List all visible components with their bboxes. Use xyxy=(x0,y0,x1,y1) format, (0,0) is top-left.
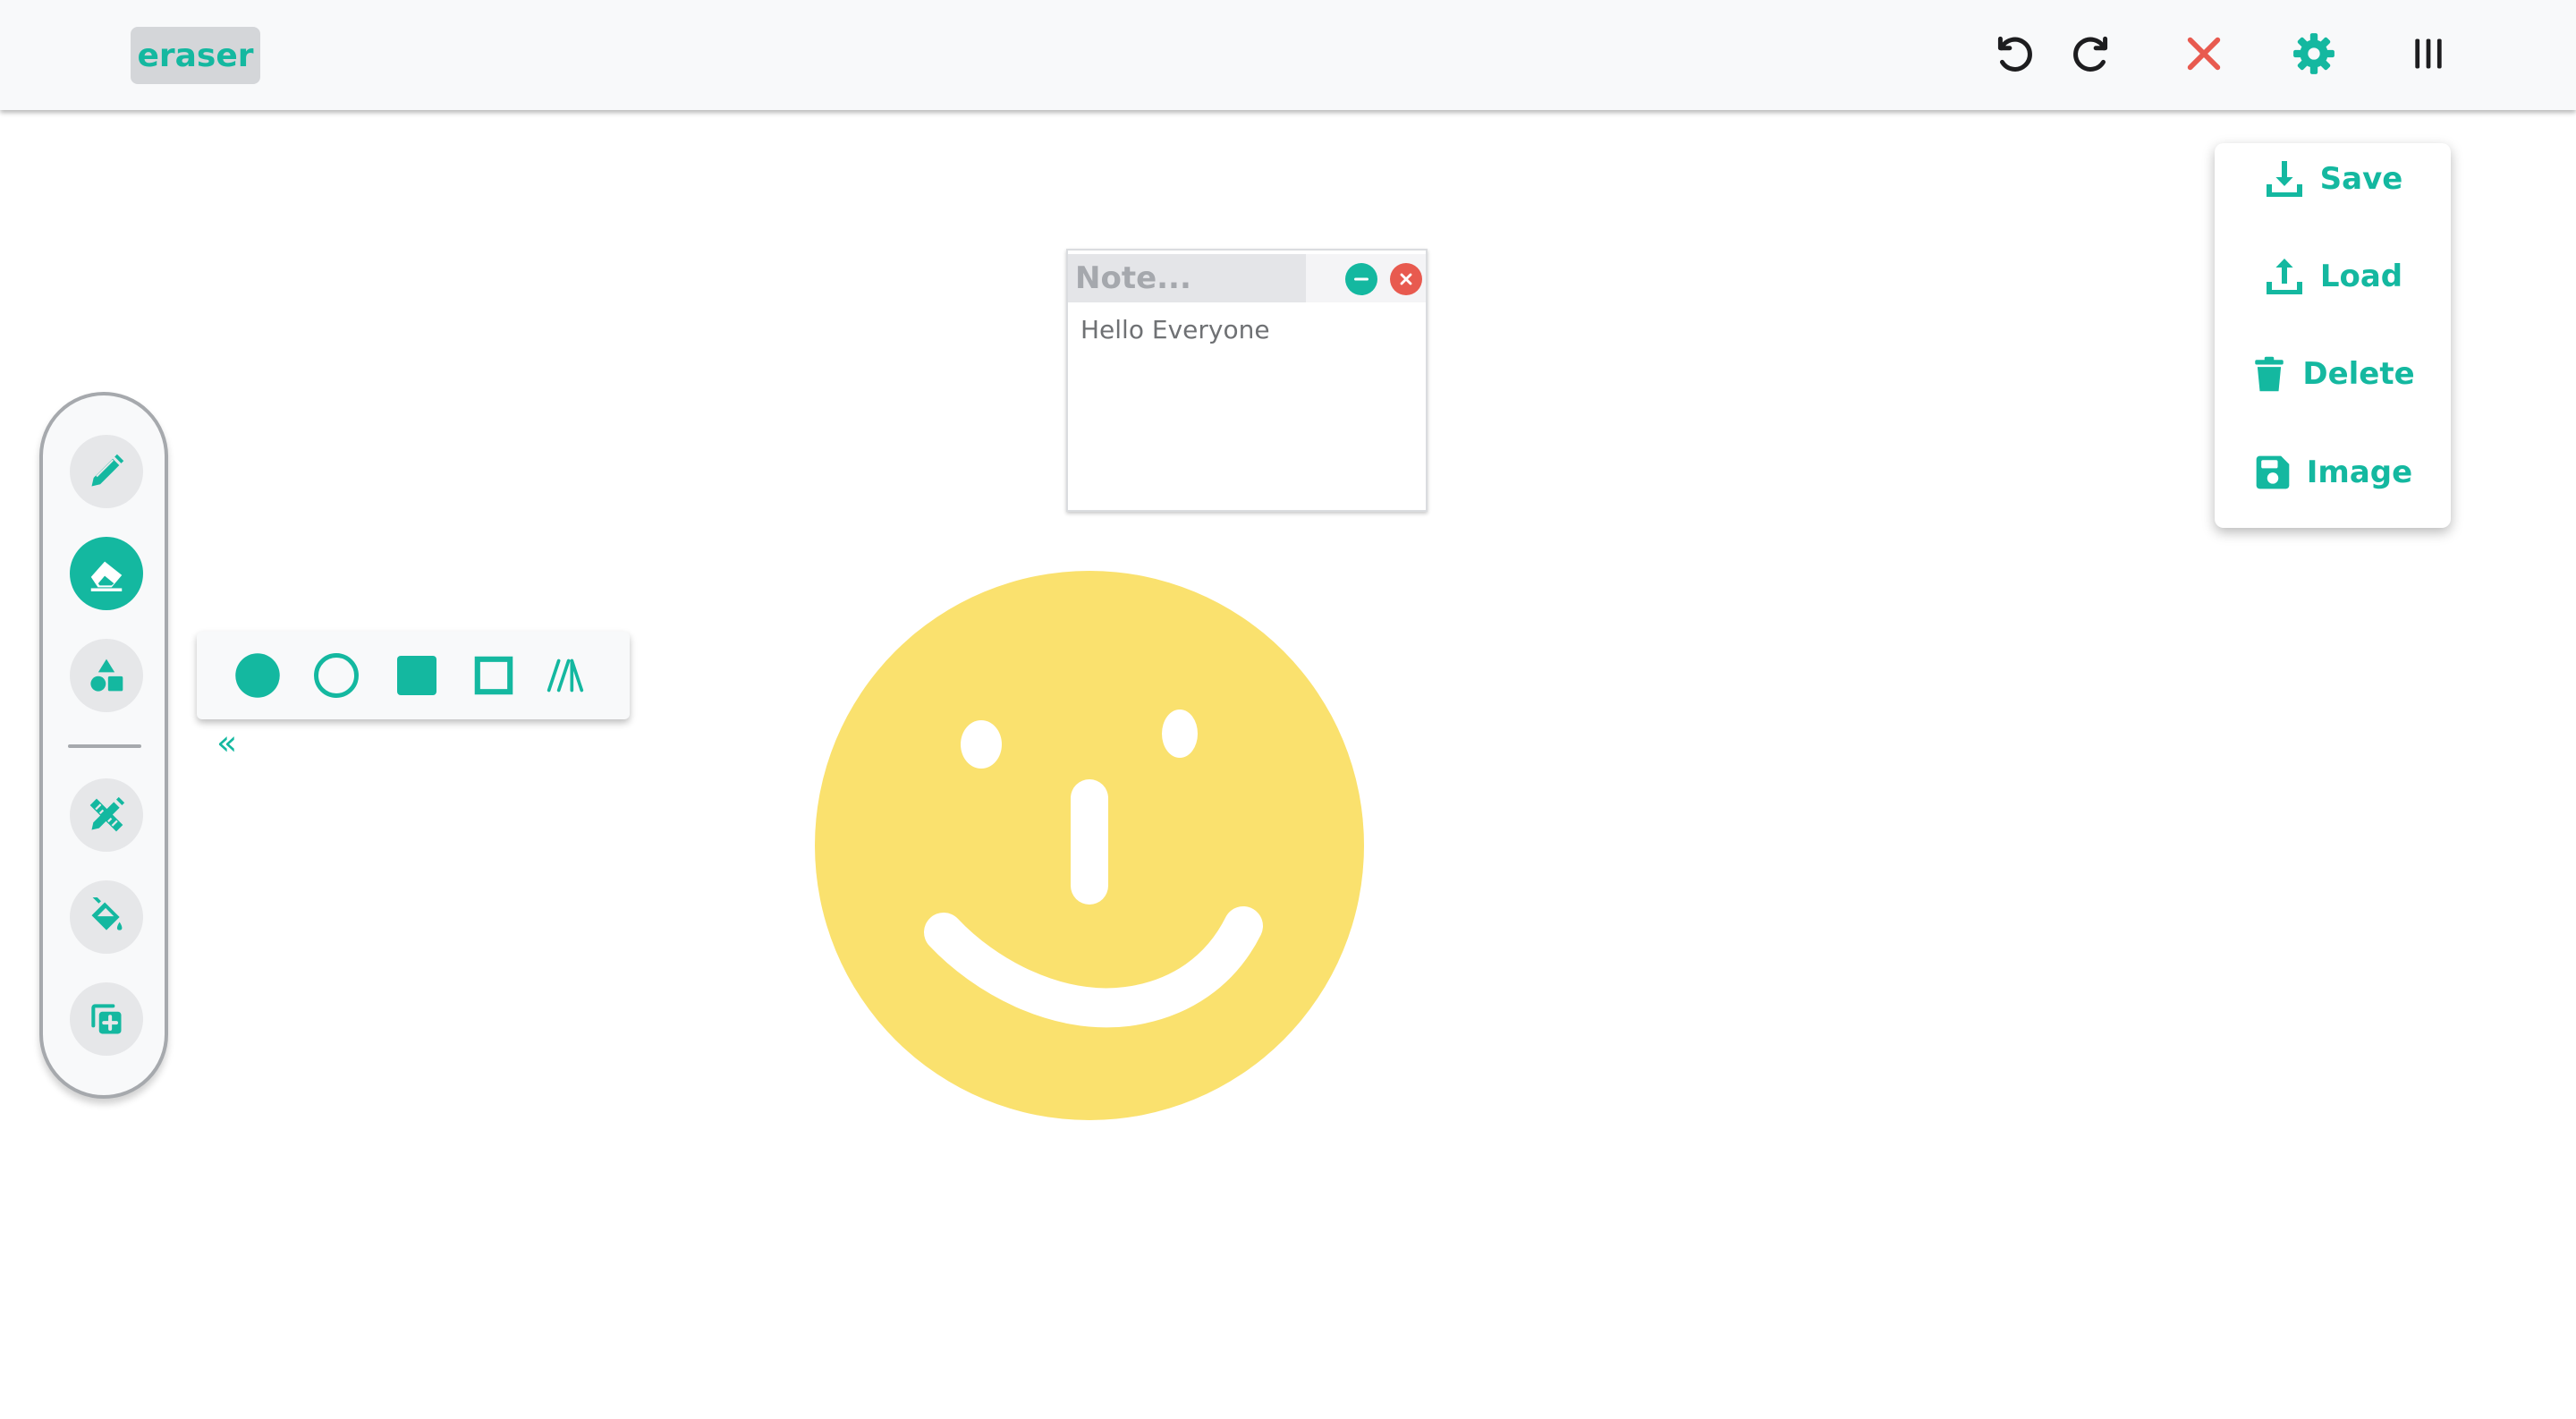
vertical-bars-icon xyxy=(2415,38,2442,69)
menu-item-load-label: Load xyxy=(2319,259,2403,294)
current-tool-badge: eraser xyxy=(131,27,260,84)
tool-shapes[interactable] xyxy=(70,639,143,712)
top-bar: eraser xyxy=(0,0,2576,110)
hatch-pattern-icon xyxy=(547,659,584,693)
toolbar-divider xyxy=(68,744,141,748)
settings-menu: Save Load Delete Image xyxy=(2215,143,2451,528)
minus-icon xyxy=(1354,277,1368,281)
menu-item-image-label: Image xyxy=(2306,455,2413,490)
shape-filled-square[interactable] xyxy=(388,647,445,704)
redo-icon xyxy=(2073,36,2108,72)
menu-item-load[interactable]: Load xyxy=(2215,241,2451,312)
menu-item-image[interactable]: Image xyxy=(2215,437,2451,508)
redo-button[interactable] xyxy=(2063,25,2121,82)
shape-options-popover xyxy=(197,632,630,719)
shape-outline-square[interactable] xyxy=(465,647,522,704)
tool-add-layer[interactable] xyxy=(70,982,143,1056)
menu-item-delete-label: Delete xyxy=(2302,356,2415,392)
pencil-ruler-icon xyxy=(89,796,125,832)
note-close-button[interactable] xyxy=(1390,263,1422,295)
floppy-disk-icon xyxy=(2256,455,2290,489)
sticky-note[interactable]: Hello Everyone xyxy=(1066,249,1428,512)
outline-square-icon xyxy=(474,656,513,695)
pencil-icon xyxy=(91,454,124,487)
outline-circle-icon xyxy=(314,653,359,698)
tool-eraser[interactable] xyxy=(70,537,143,610)
gear-icon xyxy=(2293,33,2334,74)
filled-circle-icon xyxy=(235,653,280,698)
shape-hatch-pattern[interactable] xyxy=(537,647,594,704)
menu-button[interactable] xyxy=(2400,25,2457,82)
tool-pencil[interactable] xyxy=(70,435,143,508)
eraser-icon xyxy=(90,561,123,591)
menu-item-delete[interactable]: Delete xyxy=(2215,338,2451,410)
tool-pencil-ruler[interactable] xyxy=(70,778,143,852)
fill-bucket-icon xyxy=(91,897,123,930)
settings-button[interactable] xyxy=(2285,25,2343,82)
shape-filled-circle[interactable] xyxy=(229,647,286,704)
tool-fill[interactable] xyxy=(70,880,143,954)
close-icon xyxy=(2187,37,2221,71)
note-body-text[interactable]: Hello Everyone xyxy=(1080,315,1270,344)
menu-item-save-label: Save xyxy=(2319,161,2403,197)
undo-icon xyxy=(1997,36,2032,72)
upload-icon xyxy=(2266,259,2302,294)
tool-sidebar xyxy=(39,392,168,1099)
shapes-icon xyxy=(90,659,123,692)
filled-square-icon xyxy=(397,656,436,695)
add-copy-icon xyxy=(91,1004,122,1034)
shape-outline-circle[interactable] xyxy=(308,647,365,704)
clear-canvas-button[interactable] xyxy=(2175,25,2233,82)
undo-button[interactable] xyxy=(1985,25,2042,82)
canvas-drawing-smiley xyxy=(815,571,1364,1120)
collapse-shapes-button[interactable]: « xyxy=(216,725,252,760)
close-icon xyxy=(1400,273,1412,285)
note-title-input[interactable] xyxy=(1068,254,1306,302)
note-minimize-button[interactable] xyxy=(1345,263,1377,295)
trash-icon xyxy=(2255,356,2284,392)
download-icon xyxy=(2266,161,2302,197)
menu-item-save[interactable]: Save xyxy=(2215,143,2451,215)
